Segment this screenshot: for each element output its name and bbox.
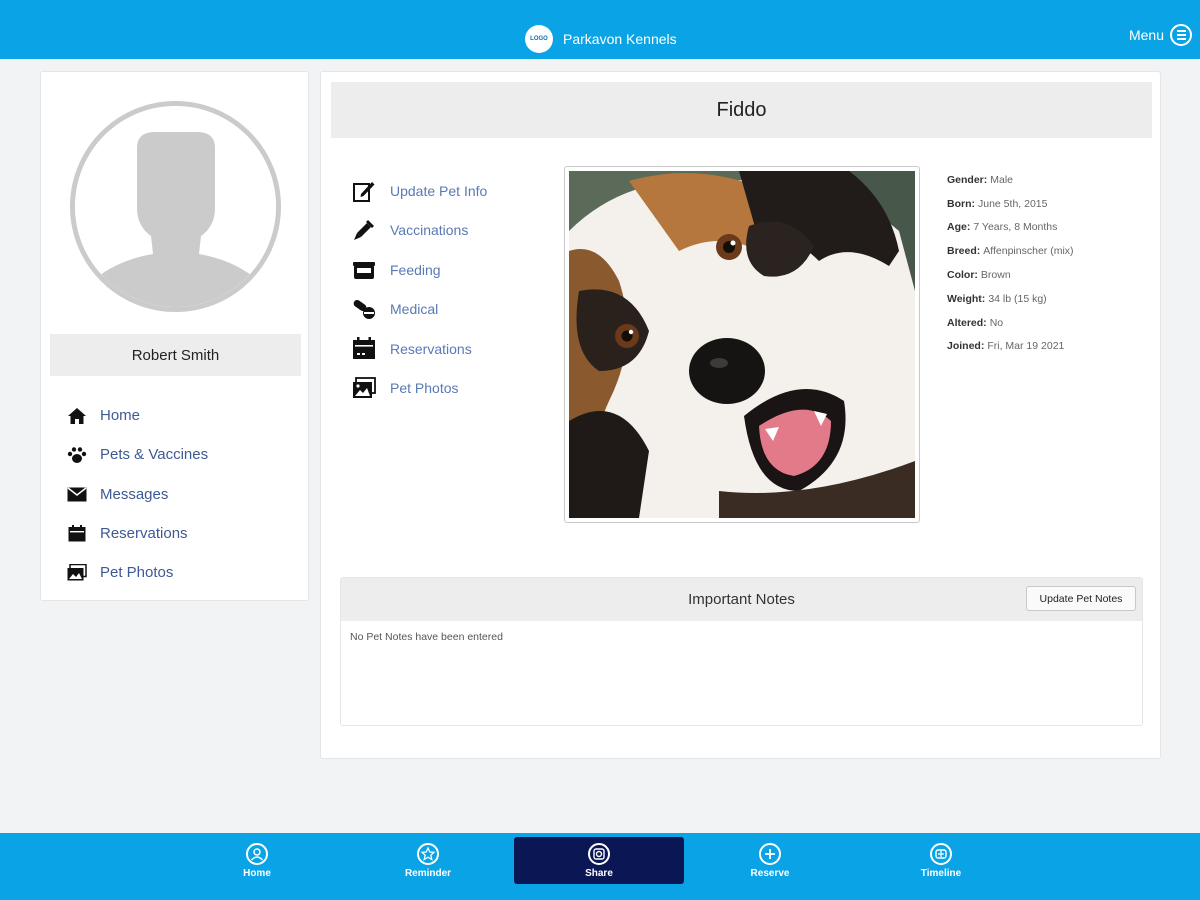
tab-label: Share: [585, 867, 613, 879]
profile-card: Robert Smith Home Pets & Vaccines Messag…: [40, 71, 309, 601]
sidebar-item-label: Messages: [100, 485, 169, 503]
envelope-icon: [66, 483, 88, 505]
pet-actions: Update Pet Info Vaccinations Feeding Med…: [351, 171, 487, 408]
detail-born: Born: June 5th, 2015: [947, 192, 1074, 216]
detail-key: Breed:: [947, 245, 981, 258]
detail-key: Color:: [947, 269, 978, 282]
detail-key: Altered:: [947, 316, 987, 329]
user-name: Robert Smith: [50, 334, 301, 376]
tab-label: Reserve: [750, 867, 790, 879]
detail-breed: Breed: Affenpinscher (mix): [947, 239, 1074, 263]
detail-value: 7 Years, 8 Months: [973, 221, 1058, 234]
tab-home[interactable]: Home: [172, 837, 342, 884]
detail-key: Joined:: [947, 340, 985, 353]
tab-reserve[interactable]: Reserve: [685, 837, 855, 884]
menu-label: Menu: [1128, 27, 1164, 43]
pet-action-label: Feeding: [390, 261, 441, 278]
pet-action-label: Vaccinations: [390, 222, 469, 239]
app-name: Parkavon Kennels: [563, 31, 677, 47]
sidebar-item-pet-photos[interactable]: Pet Photos: [66, 553, 208, 592]
pet-reservations-link[interactable]: Reservations: [351, 329, 487, 369]
bottom-tab-bar: Home Reminder Share Reserve Timeline: [0, 833, 1200, 900]
detail-value: June 5th, 2015: [978, 197, 1048, 210]
tab-share[interactable]: Share: [514, 837, 684, 884]
pet-card: Fiddo Update Pet Info Vaccinations Feedi…: [320, 71, 1161, 759]
notes-content: No Pet Notes have been entered: [350, 631, 503, 643]
pet-action-label: Update Pet Info: [390, 182, 488, 199]
detail-altered: Altered: No: [947, 311, 1074, 335]
detail-value: Brown: [980, 269, 1011, 282]
vaccinations-link[interactable]: Vaccinations: [351, 211, 487, 251]
syringe-icon: [351, 217, 377, 243]
pet-details: Gender: Male Born: June 5th, 2015 Age: 7 Ye…: [947, 168, 1074, 358]
food-bowl-icon: [351, 257, 377, 283]
avatar-silhouette-icon: [75, 106, 276, 307]
timeline-icon: [930, 842, 952, 865]
detail-value: Fri, Mar 19 2021: [987, 340, 1065, 353]
detail-value: Male: [990, 173, 1014, 186]
top-app-bar: LOGO Parkavon Kennels Menu: [0, 0, 1200, 59]
feeding-link[interactable]: Feeding: [351, 250, 487, 290]
user-circle-icon: [246, 842, 268, 865]
sidebar-item-label: Home: [100, 407, 141, 425]
tab-label: Home: [243, 867, 271, 879]
profile-nav: Home Pets & Vaccines Messages Reservatio…: [66, 396, 208, 592]
detail-key: Born:: [947, 197, 975, 210]
update-pet-notes-button[interactable]: Update Pet Notes: [1026, 586, 1136, 611]
edit-icon: [351, 178, 377, 204]
menu-button[interactable]: Menu: [1129, 24, 1192, 46]
sidebar-item-label: Pets & Vaccines: [100, 446, 209, 464]
sidebar-item-label: Pet Photos: [100, 564, 174, 582]
notes-title: Important Notes: [688, 591, 795, 608]
avatar: [70, 101, 281, 312]
detail-value: Affenpinscher (mix): [983, 245, 1074, 258]
detail-joined: Joined: Fri, Mar 19 2021: [947, 335, 1074, 359]
important-notes-panel: Important Notes Update Pet Notes No Pet …: [340, 577, 1143, 726]
update-pet-info-link[interactable]: Update Pet Info: [351, 171, 487, 211]
detail-weight: Weight: 34 lb (15 kg): [947, 287, 1074, 311]
photos-icon: [351, 375, 377, 401]
pet-name-title: Fiddo: [331, 82, 1152, 138]
tab-label: Timeline: [920, 867, 962, 879]
sidebar-item-messages[interactable]: Messages: [66, 475, 208, 514]
detail-key: Weight:: [947, 292, 986, 305]
detail-value: 34 lb (15 kg): [988, 292, 1047, 305]
sidebar-item-reservations[interactable]: Reservations: [66, 514, 208, 553]
sidebar-item-home[interactable]: Home: [66, 396, 208, 435]
detail-color: Color: Brown: [947, 263, 1074, 287]
pet-action-label: Pet Photos: [390, 380, 459, 397]
medical-link[interactable]: Medical: [351, 290, 487, 330]
pills-icon: [351, 296, 377, 322]
pet-action-label: Medical: [390, 301, 439, 318]
camera-icon: [588, 842, 610, 865]
tab-reminder[interactable]: Reminder: [343, 837, 513, 884]
paw-icon: [66, 444, 88, 466]
plus-icon: [759, 842, 781, 865]
pet-photos-link[interactable]: Pet Photos: [351, 369, 487, 409]
sidebar-item-pets-vaccines[interactable]: Pets & Vaccines: [66, 435, 208, 474]
tab-label: Reminder: [404, 867, 452, 879]
tab-timeline[interactable]: Timeline: [856, 837, 1026, 884]
sidebar-item-label: Reservations: [100, 525, 188, 543]
detail-value: No: [989, 316, 1004, 329]
detail-gender: Gender: Male: [947, 168, 1074, 192]
detail-age: Age: 7 Years, 8 Months: [947, 216, 1074, 240]
photos-icon: [66, 562, 88, 584]
home-icon: [66, 405, 88, 427]
calendar-icon: [66, 523, 88, 545]
star-icon: [417, 842, 439, 865]
detail-key: Gender:: [947, 173, 988, 186]
calendar-icon: [351, 336, 377, 362]
dog-photo-image: [569, 171, 915, 518]
pet-action-label: Reservations: [390, 340, 472, 357]
brand[interactable]: LOGO Parkavon Kennels: [525, 25, 677, 53]
hamburger-icon: [1170, 24, 1192, 46]
brand-logo: LOGO: [525, 25, 553, 53]
notes-header: Important Notes Update Pet Notes: [341, 578, 1142, 621]
detail-key: Age:: [947, 221, 971, 234]
pet-photo[interactable]: [564, 166, 920, 523]
